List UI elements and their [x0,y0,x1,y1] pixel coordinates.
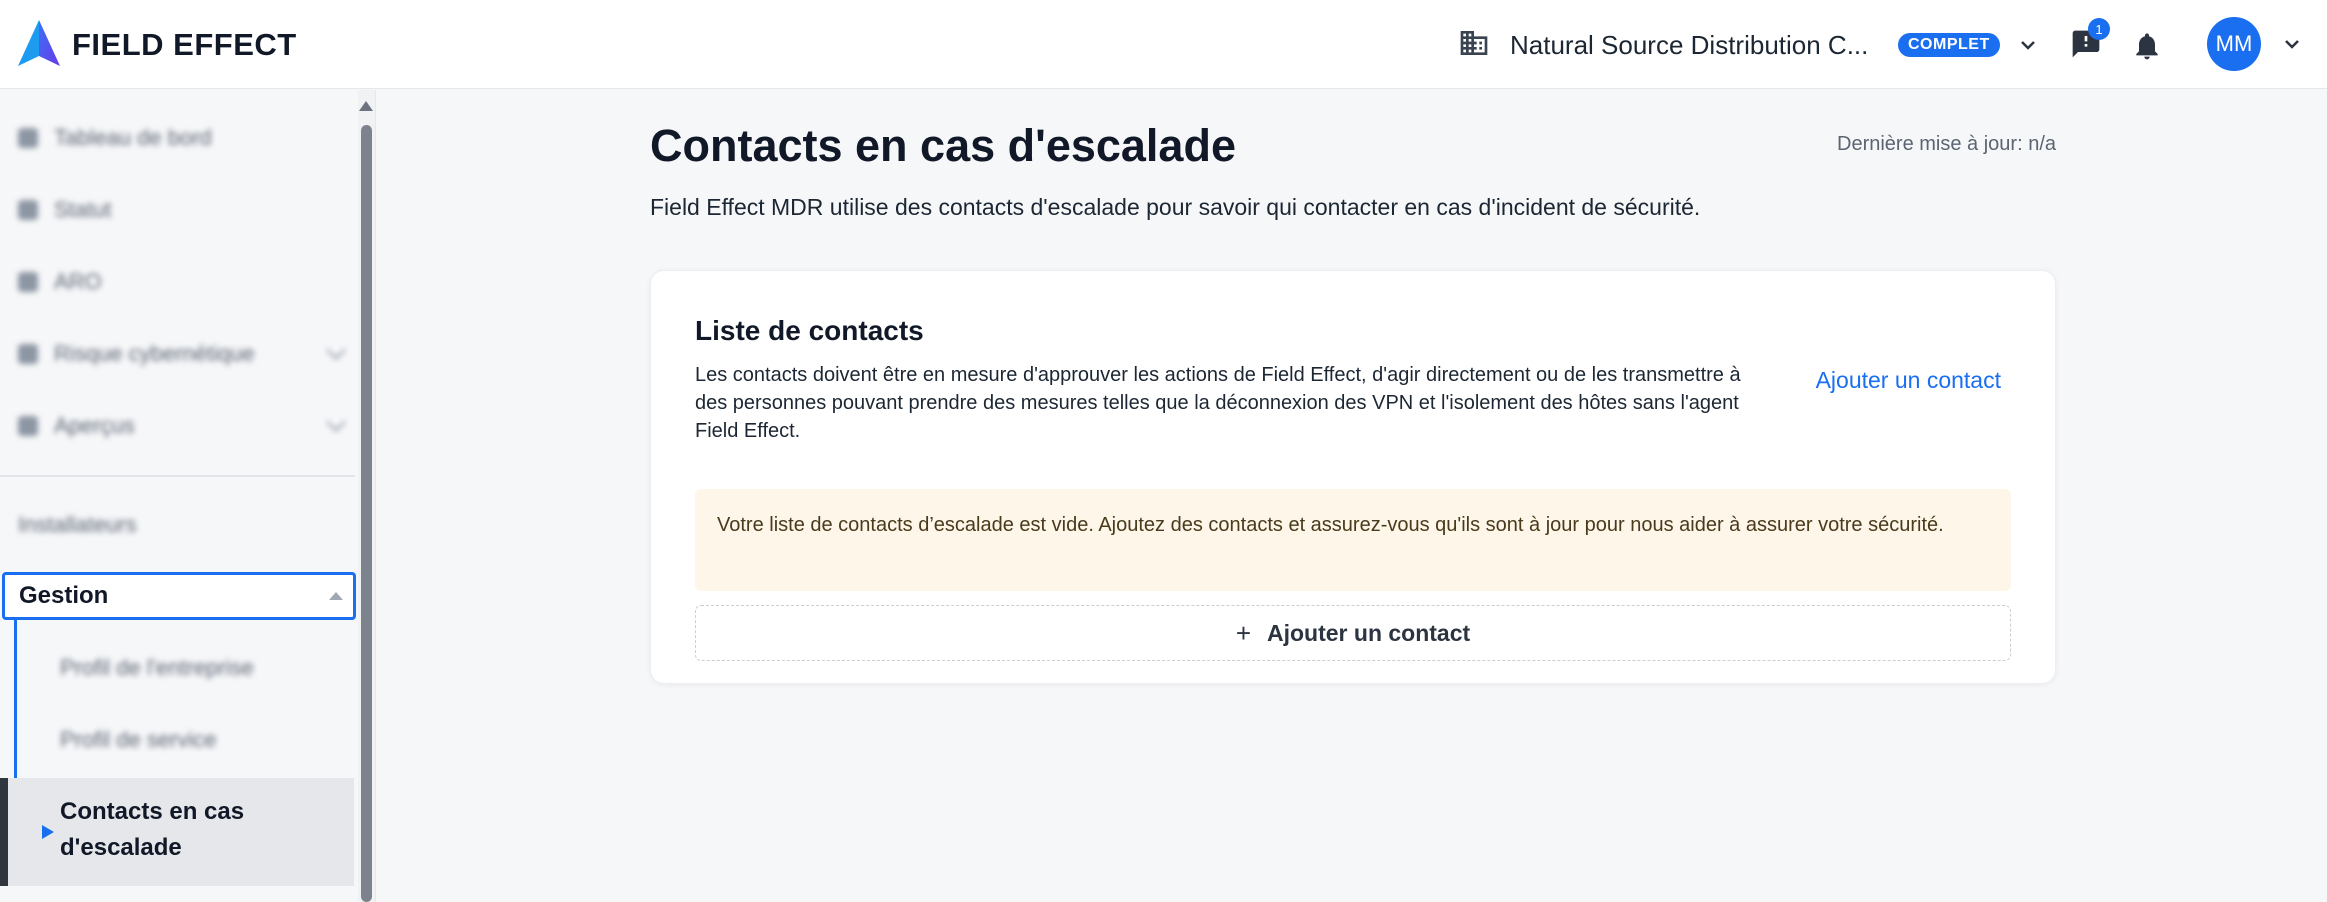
chevron-up-icon [329,592,343,600]
sidebar-item-company-profile[interactable]: Profil de l'entreprise [60,655,254,681]
sidebar-item-label: Tableau de bord [54,125,212,150]
brand-name: FIELD EFFECT [72,27,297,62]
sidebar-divider [0,475,355,477]
risk-icon [18,344,38,364]
add-contact-link[interactable]: Ajouter un contact [1816,367,2001,394]
organization-selector[interactable]: Natural Source Distribution C... [1458,25,1868,65]
chevron-down-icon[interactable] [2016,33,2040,57]
notification-count-badge: 1 [2088,18,2110,40]
insights-icon [18,416,38,436]
sidebar-item-aro[interactable]: ARO [0,257,355,307]
chevron-down-icon [326,412,346,432]
sidebar-item-service-profile[interactable]: Profil de service [60,727,217,753]
plus-icon: + [1235,617,1251,648]
contacts-card: Liste de contacts Les contacts doivent ê… [650,270,2056,684]
aro-icon [18,272,38,292]
sidebar-item-cyber-risk[interactable]: Risque cybernétique [0,329,355,379]
sidebar-item-label: Contacts en cas d'escalade [60,798,245,861]
page-description: Field Effect MDR utilise des contacts d'… [650,194,1701,220]
notifications-button[interactable] [2127,26,2167,66]
sidebar-group-gestion[interactable]: Gestion [2,572,356,620]
avatar[interactable]: MM [2207,17,2261,71]
sidebar-group-label: Gestion [19,582,109,609]
scroll-up-arrow-icon[interactable] [359,101,373,111]
dashboard-icon [18,128,38,148]
sidebar-item-dashboard[interactable]: Tableau de bord [0,113,355,163]
arrow-right-icon [42,825,54,839]
sidebar-item-insights[interactable]: Aperçus [0,401,355,451]
sidebar-item-label: Statut [54,197,112,222]
messages-button[interactable]: 1 [2066,18,2110,64]
top-bar: FIELD EFFECT Natural Source Distribution… [0,0,2327,89]
status-icon [18,200,38,220]
logo-icon [16,18,62,73]
add-contact-button-label: Ajouter un contact [1267,619,1471,646]
sidebar-item-status[interactable]: Statut [0,185,355,235]
card-title: Liste de contacts [695,315,924,346]
sidebar-border [375,90,376,902]
add-contact-button[interactable]: + Ajouter un contact [695,605,2011,661]
sidebar-item-label: Profil de service [60,727,217,752]
chevron-down-icon [326,340,346,360]
bell-icon [2136,33,2158,60]
chevron-down-icon[interactable] [2280,32,2304,56]
page-title: Contacts en cas d'escalade [650,120,1236,171]
sidebar-item-label: Aperçus [54,413,135,438]
plan-badge: COMPLET [1898,33,2000,57]
active-indicator [0,778,8,886]
empty-list-alert: Votre liste de contacts d’escalade est v… [695,489,2011,591]
sidebar-item-label: Risque cybernétique [54,341,255,366]
scrollbar-thumb[interactable] [361,125,372,902]
building-icon [1458,27,1490,64]
field-effect-logo[interactable]: FIELD EFFECT [16,18,297,72]
sidebar-item-installers[interactable]: Installateurs [0,500,355,550]
last-update-text: Dernière mise à jour: n/a [1837,133,2056,155]
card-description: Les contacts doivent être en mesure d'ap… [695,364,1741,442]
sidebar-item-label: Profil de l'entreprise [60,655,254,680]
sidebar-item-label: ARO [54,269,102,294]
sidebar-item-label: Installateurs [18,512,137,537]
organization-name: Natural Source Distribution C... [1510,29,1869,60]
